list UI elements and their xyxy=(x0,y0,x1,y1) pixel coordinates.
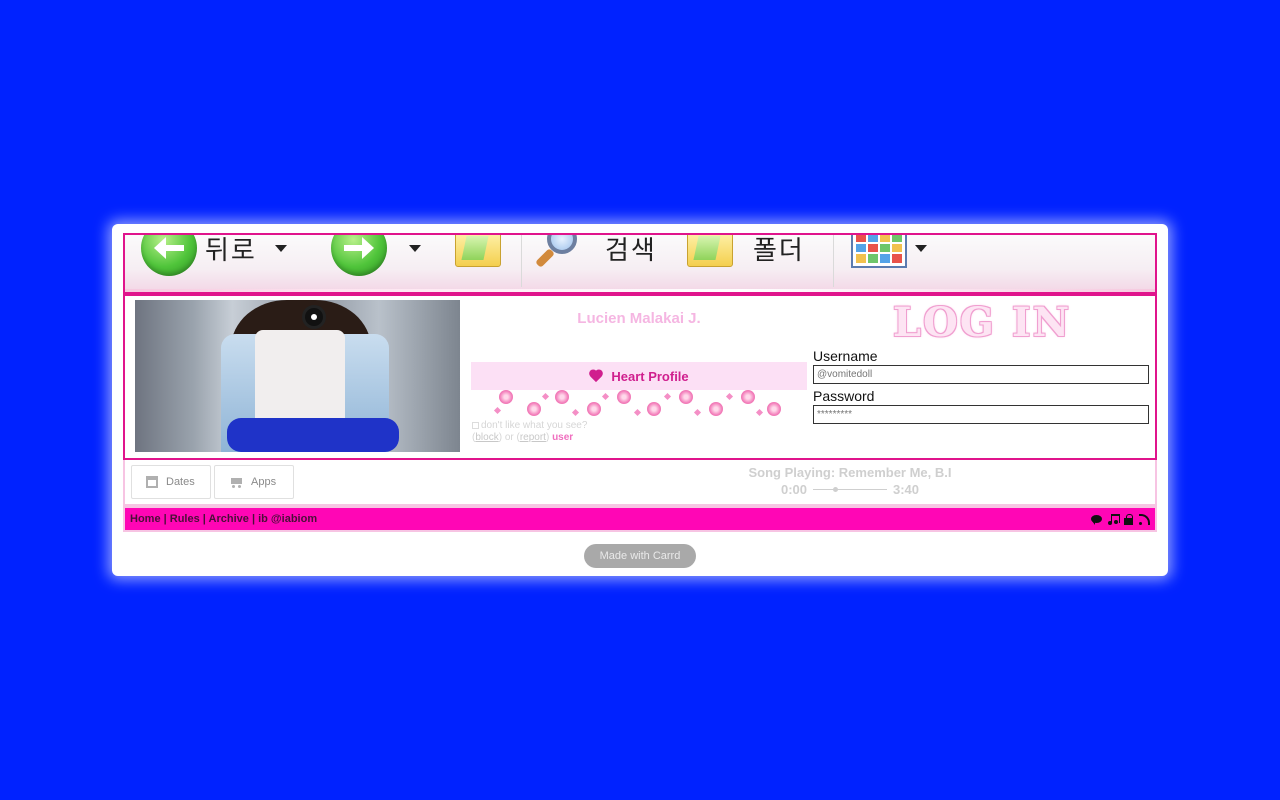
forward-arrow-icon xyxy=(331,235,387,276)
forward-button[interactable] xyxy=(331,235,421,276)
rose-divider xyxy=(493,390,785,420)
login-title: LOG IN xyxy=(892,299,1072,346)
views-icon xyxy=(851,235,907,268)
separator: | xyxy=(163,513,167,525)
chevron-down-icon[interactable] xyxy=(274,244,287,252)
profile-photo xyxy=(135,300,460,452)
instagram-link[interactable]: ib @iabiom xyxy=(258,513,317,525)
flower-icon xyxy=(305,308,323,326)
toolbar-divider xyxy=(833,235,834,287)
profile-section: Lucien Malakai J. Heart Profile don't li… xyxy=(123,294,1157,460)
login-panel: LOG IN Username Password xyxy=(813,296,1151,424)
views-button[interactable] xyxy=(851,235,927,273)
chat-icon[interactable] xyxy=(1091,514,1102,525)
folder-label: 폴더 xyxy=(753,235,805,266)
password-field[interactable] xyxy=(813,405,1149,424)
song-duration: 3:40 xyxy=(893,482,920,497)
apps-label: Apps xyxy=(251,476,277,488)
profile-card: 뒤로 검색 폴더 Lucien Malakai J. Heart Profile… xyxy=(112,224,1168,576)
chevron-down-icon[interactable] xyxy=(915,244,927,252)
rss-icon[interactable] xyxy=(1139,513,1150,525)
search-button[interactable]: 검색 xyxy=(533,235,657,273)
home-link[interactable]: Home xyxy=(130,513,161,525)
archive-link[interactable]: Archive xyxy=(209,513,249,525)
heart-profile-label: Heart Profile xyxy=(611,368,689,384)
song-progress-knob[interactable] xyxy=(833,487,839,492)
password-label: Password xyxy=(813,388,875,404)
music-icon[interactable] xyxy=(1107,513,1120,525)
calendar-icon xyxy=(146,476,158,488)
user-text: user xyxy=(552,432,574,443)
made-with-carrd-button[interactable]: Made with Carrd xyxy=(584,544,696,568)
toolbar-strip xyxy=(125,289,1155,292)
search-label: 검색 xyxy=(605,235,657,266)
folder-icon xyxy=(687,235,733,267)
profile-name: Lucien Malakai J. xyxy=(577,310,701,327)
song-player: Song Playing: Remember Me, B.I 0:00 3:40 xyxy=(685,464,1015,498)
song-progress-bar[interactable] xyxy=(813,487,887,492)
back-button[interactable]: 뒤로 xyxy=(141,235,287,276)
back-label: 뒤로 xyxy=(205,235,257,266)
footer-bar: Home | Rules | Archive | ib @iabiom xyxy=(123,506,1157,532)
report-question: don't like what you see? xyxy=(481,420,588,431)
or-text: or xyxy=(504,432,514,443)
checkbox[interactable] xyxy=(472,421,479,429)
nav-row: Dates Apps Song Playing: Remember Me, B.… xyxy=(123,460,1157,506)
cart-icon xyxy=(229,476,243,488)
footer-links: Home | Rules | Archive | ib @iabiom xyxy=(130,513,317,525)
footer-icons xyxy=(1091,513,1150,525)
song-current-time: 0:00 xyxy=(780,482,807,497)
rules-link[interactable]: Rules xyxy=(170,513,200,525)
report-link[interactable]: report xyxy=(520,432,546,443)
folders-button[interactable]: 폴더 xyxy=(687,235,805,273)
apps-button[interactable]: Apps xyxy=(214,465,294,499)
toolbar-divider xyxy=(521,235,522,287)
up-folder-button[interactable] xyxy=(455,235,501,273)
block-report-notice: don't like what you see? (block) or (rep… xyxy=(472,420,588,443)
folder-up-icon xyxy=(455,235,501,267)
chevron-down-icon[interactable] xyxy=(409,244,421,252)
dates-label: Dates xyxy=(166,476,195,488)
song-title: Song Playing: Remember Me, B.I xyxy=(748,465,952,480)
dates-button[interactable]: Dates xyxy=(131,465,211,499)
lock-icon[interactable] xyxy=(1123,513,1134,525)
heart-icon xyxy=(589,370,603,382)
search-icon xyxy=(533,235,581,272)
heart-profile-button[interactable]: Heart Profile xyxy=(471,362,807,390)
separator: | xyxy=(251,513,256,525)
username-field[interactable] xyxy=(813,365,1149,384)
toolbar-banner: 뒤로 검색 폴더 xyxy=(123,233,1157,294)
back-arrow-icon xyxy=(141,235,197,276)
block-link[interactable]: block xyxy=(475,432,498,443)
username-label: Username xyxy=(813,348,878,364)
separator: | xyxy=(202,513,206,525)
